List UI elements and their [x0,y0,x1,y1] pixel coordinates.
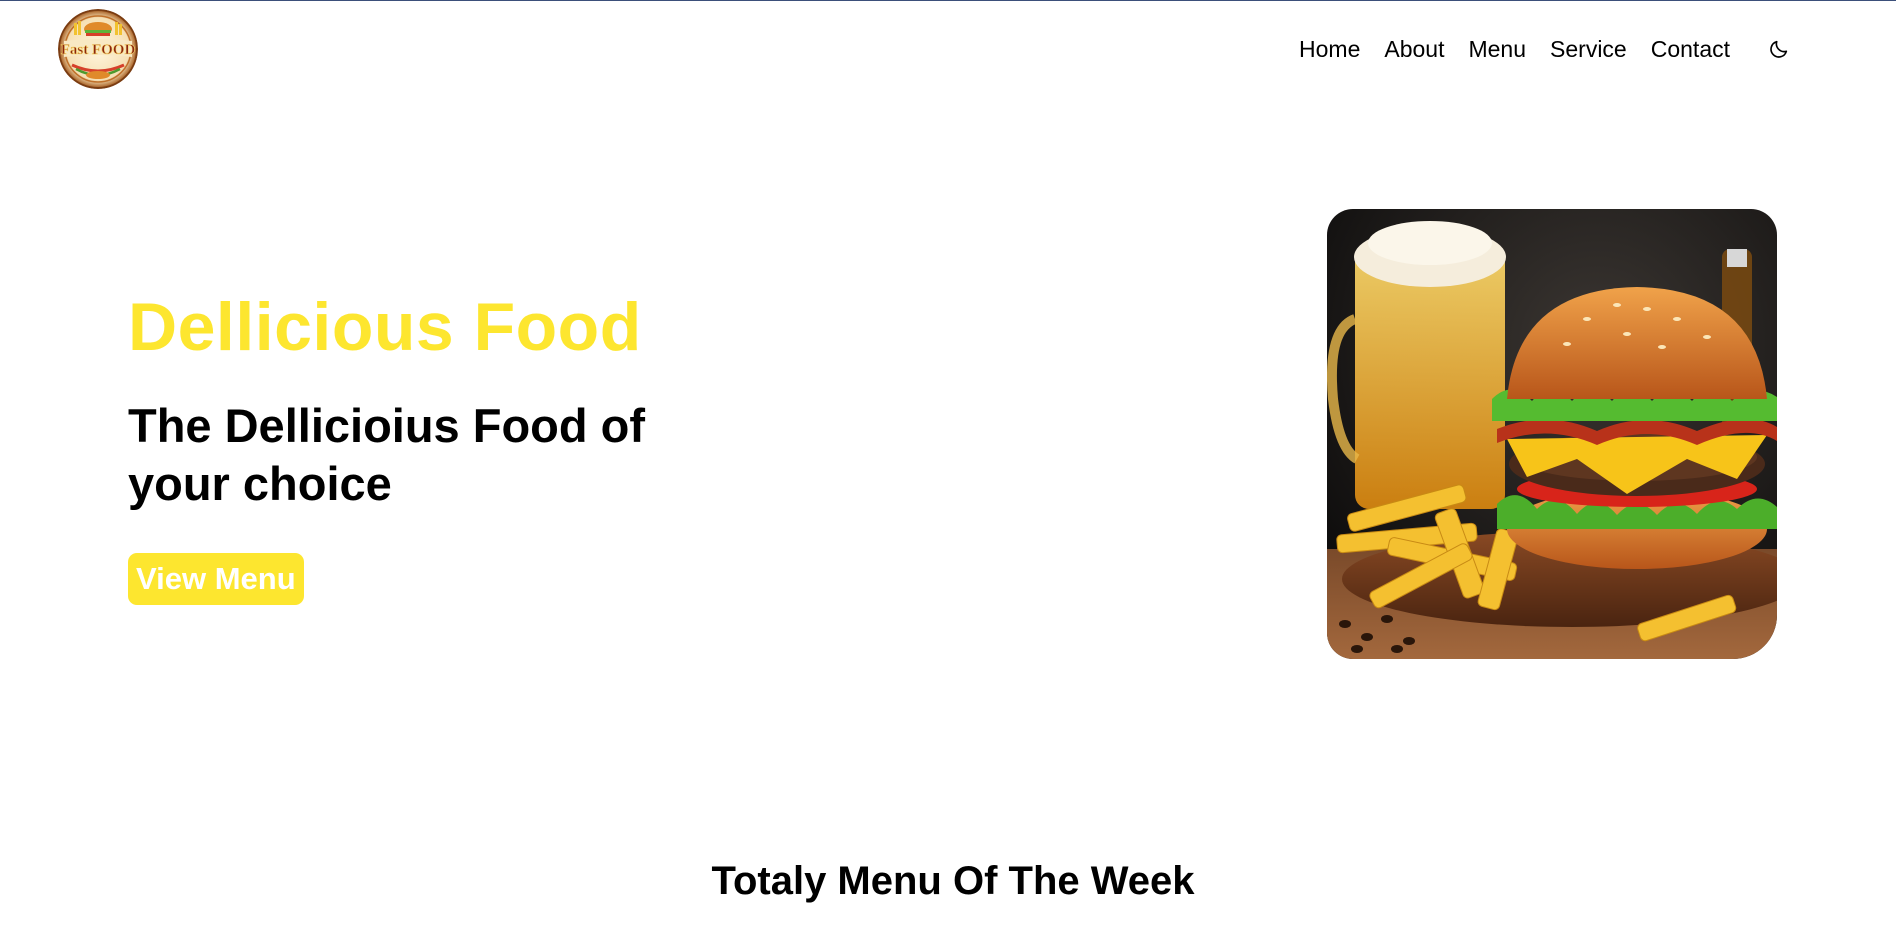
logo-wordmark: Fast FOOD [61,42,136,58]
nav-link-about[interactable]: About [1384,31,1444,67]
section-title-weekly-menu: Totaly Menu Of The Week [711,859,1195,903]
hero-subtitle: The Dellicioius Food of your choice [128,399,645,510]
view-menu-button[interactable]: View Menu [128,553,304,605]
fast-food-logo-icon: Fast FOOD [58,9,138,89]
burger-photo-icon [1327,209,1777,659]
hero-title: Dellicious Food [128,289,642,365]
hero-image [1327,209,1777,659]
theme-toggle-button[interactable] [1766,36,1792,62]
nav-link-home[interactable]: Home [1299,31,1360,67]
brand-logo[interactable]: Fast FOOD [58,9,138,89]
main-nav: Home About Menu Service Contact [1299,31,1792,67]
nav-link-service[interactable]: Service [1550,31,1627,67]
navbar: Fast FOOD Home About Menu Service Contac… [0,1,1896,101]
page: Fast FOOD Home About Menu Service Contac… [0,0,1896,941]
nav-link-menu[interactable]: Menu [1468,31,1526,67]
moon-icon [1770,40,1788,58]
hero-text: Dellicious Food The Dellicioius Food of … [128,281,748,605]
nav-link-contact[interactable]: Contact [1651,31,1730,67]
